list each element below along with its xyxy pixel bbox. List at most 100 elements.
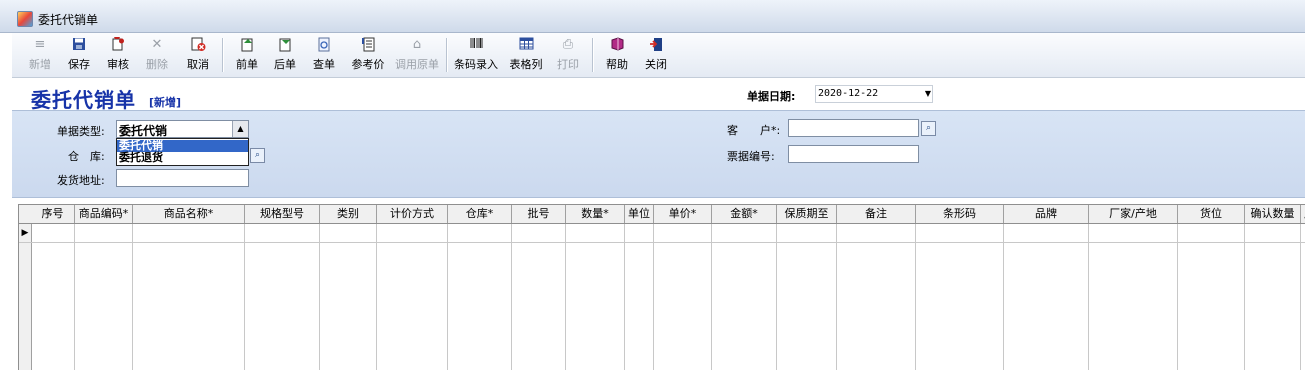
previous-record-button[interactable]: 前单	[230, 35, 264, 75]
load-original-button[interactable]: ⌂ 调用原单	[391, 35, 443, 75]
toolbar-separator	[446, 38, 448, 72]
exit-door-icon	[647, 37, 665, 53]
column-header[interactable]: 单位	[625, 205, 654, 223]
column-header[interactable]: 批号	[512, 205, 566, 223]
load-original-icon: ⌂	[412, 37, 422, 52]
table-columns-icon	[517, 37, 535, 53]
invoice-number-field[interactable]	[788, 145, 919, 163]
date-picker[interactable]: 2020-12-22 ▼	[815, 85, 933, 103]
column-header[interactable]: 金额*	[712, 205, 777, 223]
toolbar-separator	[592, 38, 594, 72]
grid-column-divider	[1244, 224, 1245, 370]
row-header-column	[19, 243, 32, 370]
grid-column-divider	[447, 224, 448, 370]
chevron-down-icon[interactable]: ▼	[925, 89, 931, 98]
grid-column-divider	[74, 224, 75, 370]
print-button[interactable]: ⎙ 打印	[552, 35, 584, 75]
grid-column-divider	[915, 224, 916, 370]
invoice-number-label: 票据编号:	[727, 150, 775, 163]
warehouse-lookup-icon[interactable]: ⌕	[250, 148, 265, 163]
grid-column-divider	[1177, 224, 1178, 370]
dropdown-arrow-icon[interactable]: ▲	[232, 121, 248, 137]
app-icon	[17, 11, 33, 27]
grid-column-divider	[376, 224, 377, 370]
next-record-icon	[276, 37, 294, 53]
column-header[interactable]: 仓库*	[448, 205, 512, 223]
grid-column-divider	[511, 224, 512, 370]
column-header[interactable]: 商品名称*	[133, 205, 245, 223]
delete-icon: ✕	[151, 37, 163, 52]
barcode-entry-button[interactable]: 条码录入	[450, 35, 502, 75]
column-header[interactable]: 确认数量	[1245, 205, 1301, 223]
column-header[interactable]: 货位	[1178, 205, 1245, 223]
grid-column-divider	[711, 224, 712, 370]
previous-record-icon	[238, 37, 256, 53]
search-record-icon	[315, 37, 333, 53]
grid-column-divider	[244, 224, 245, 370]
column-header[interactable]: 品牌	[1004, 205, 1089, 223]
current-row-indicator-icon[interactable]: ▶	[19, 224, 32, 242]
reference-price-button[interactable]: 参考价	[346, 35, 390, 75]
window-title: 委托代销单	[38, 13, 99, 27]
line-items-grid: 序号 商品编码* 商品名称* 规格型号 类别 计价方式 仓库* 批号 数量* 单位 单价* 金额* 保质…	[18, 204, 1305, 370]
toolbar-separator	[222, 38, 224, 72]
column-header[interactable]: 序号	[31, 205, 75, 223]
column-header[interactable]: 规格型号	[245, 205, 320, 223]
table-columns-button[interactable]: 表格列	[506, 35, 546, 75]
column-header[interactable]: 成	[1301, 205, 1305, 223]
print-icon: ⎙	[562, 37, 574, 52]
column-header[interactable]: 计价方式	[377, 205, 448, 223]
cancel-icon	[189, 37, 207, 53]
grid-column-divider	[1003, 224, 1004, 370]
grid-column-divider	[624, 224, 625, 370]
grid-column-divider	[1300, 224, 1301, 370]
warehouse-label: 仓 库:	[68, 150, 105, 163]
delete-button[interactable]: ✕ 删除	[141, 35, 173, 75]
search-record-button[interactable]: 查单	[307, 35, 341, 75]
close-button[interactable]: 关闭	[639, 35, 673, 75]
column-header[interactable]: 数量*	[566, 205, 625, 223]
help-book-icon	[608, 37, 626, 53]
column-header[interactable]: 单价*	[654, 205, 712, 223]
doc-type-label: 单据类型:	[57, 125, 105, 138]
save-button[interactable]: 保存	[63, 35, 95, 75]
customer-label: 客 户*:	[727, 124, 781, 137]
grid-column-divider	[319, 224, 320, 370]
customer-field[interactable]	[788, 119, 919, 137]
reference-price-icon	[359, 37, 377, 53]
audit-button[interactable]: 审核	[102, 35, 134, 75]
toolbar: ≡ 新增 保存 审核 ✕ 删除 取消 前单 后单 查单 参考价 ⌂ 调用原单 条…	[12, 33, 1305, 78]
doc-type-dropdown-list: 委托代销 委托退货	[116, 138, 249, 166]
next-record-button[interactable]: 后单	[268, 35, 302, 75]
grid-header: 序号 商品编码* 商品名称* 规格型号 类别 计价方式 仓库* 批号 数量* 单位 单价* 金额* 保质…	[19, 205, 1305, 224]
doc-type-option[interactable]: 委托退货	[117, 152, 248, 164]
mode-badge: [新增]	[149, 96, 182, 109]
grid-column-divider	[776, 224, 777, 370]
delivery-address-field[interactable]	[116, 169, 249, 187]
grid-row-divider	[19, 242, 1305, 243]
grid-column-divider	[565, 224, 566, 370]
date-label: 单据日期:	[747, 90, 796, 103]
column-header[interactable]: 备注	[837, 205, 916, 223]
page-title: 委托代销单	[31, 88, 136, 112]
window-title-bar: 委托代销单	[0, 0, 1305, 33]
column-header[interactable]: 商品编码*	[75, 205, 133, 223]
new-button[interactable]: ≡ 新增	[24, 35, 56, 75]
document-heading: 委托代销单 [新增] 单据日期: 2020-12-22 ▼	[12, 78, 1305, 112]
new-icon: ≡	[34, 37, 46, 52]
column-header[interactable]: 厂家/产地	[1089, 205, 1178, 223]
date-value: 2020-12-22	[818, 88, 879, 99]
doc-type-select[interactable]: 委托代销 ▲	[116, 120, 249, 138]
column-header[interactable]: 保质期至	[777, 205, 837, 223]
column-header[interactable]: 条形码	[916, 205, 1004, 223]
customer-lookup-icon[interactable]: ⌕	[921, 121, 936, 136]
column-header[interactable]: 类别	[320, 205, 377, 223]
cancel-button[interactable]: 取消	[180, 35, 216, 75]
doc-type-value: 委托代销	[119, 124, 168, 138]
grid-column-divider	[1088, 224, 1089, 370]
address-label: 发货地址:	[57, 174, 105, 187]
help-button[interactable]: 帮助	[600, 35, 634, 75]
grid-column-divider	[653, 224, 654, 370]
grid-column-divider	[132, 224, 133, 370]
grid-column-divider	[836, 224, 837, 370]
